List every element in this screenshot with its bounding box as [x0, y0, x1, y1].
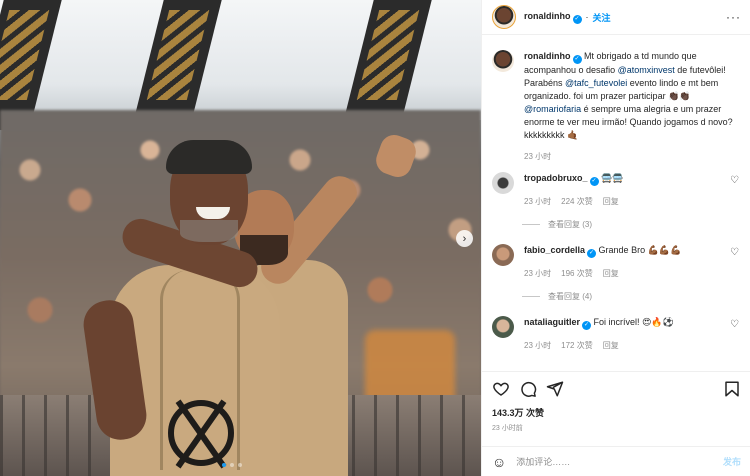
- action-bar: [482, 371, 750, 403]
- mention-link[interactable]: @tafc_futevolei: [565, 78, 627, 88]
- comment-username[interactable]: nataliaguitler: [524, 317, 580, 327]
- post-photo: ›: [0, 0, 481, 476]
- bookmark-icon[interactable]: [723, 380, 741, 398]
- comment-meta: 23 小时 224 次赞 回复: [524, 196, 724, 208]
- divider: [522, 296, 540, 297]
- comment-body: nataliaguitler ✓ Foi incrível! 😍🔥⚽ 23 小时 …: [524, 316, 724, 352]
- comment-input[interactable]: [516, 456, 687, 467]
- avatar[interactable]: [492, 5, 516, 29]
- comment: tropadobruxo_ ✓ 🚍🚍 23 小时 224 次赞 回复 ♡: [492, 172, 740, 208]
- heart-icon[interactable]: [492, 380, 510, 398]
- comment-likes[interactable]: 224 次赞: [561, 196, 593, 208]
- reply-button[interactable]: 回复: [603, 196, 619, 208]
- comment-username[interactable]: fabio_cordella: [524, 245, 585, 255]
- main-player-cap: [166, 140, 252, 174]
- carousel-dot-active: [222, 463, 226, 467]
- comment: nataliaguitler ✓ Foi incrível! 😍🔥⚽ 23 小时 …: [492, 316, 740, 352]
- view-replies-label[interactable]: 查看回复 (4): [548, 291, 592, 302]
- verified-icon: ✓: [587, 249, 597, 258]
- add-comment-bar: ☺ 发布: [482, 446, 750, 476]
- divider: [522, 224, 540, 225]
- follow-button[interactable]: 关注: [593, 11, 611, 24]
- post-side-panel: ronaldinho ✓ · 关注 ··· ronaldinho ✓ Mt obri…: [481, 0, 750, 476]
- comment-username[interactable]: tropadobruxo_: [524, 173, 588, 183]
- post-header: ronaldinho ✓ · 关注 ···: [482, 0, 750, 35]
- main-player-beard: [180, 220, 238, 242]
- verified-icon: ✓: [582, 321, 592, 330]
- comment-meta: 23 小时 172 次赞 回复: [524, 340, 724, 352]
- verified-icon: ✓: [572, 14, 582, 24]
- avatar[interactable]: [492, 244, 514, 266]
- heart-icon[interactable]: ♡: [730, 176, 740, 186]
- verified-icon: ✓: [589, 177, 599, 186]
- share-icon[interactable]: [546, 380, 564, 398]
- author-username-text[interactable]: ronaldinho: [524, 11, 571, 21]
- caption: ronaldinho ✓ Mt obrigado a td mundo que a…: [492, 50, 740, 163]
- comment-time[interactable]: 23 小时: [524, 196, 551, 208]
- carousel-dots: [222, 463, 242, 467]
- chevron-right-icon[interactable]: ›: [456, 230, 473, 247]
- mention-link[interactable]: @romariofaria: [524, 104, 581, 114]
- comment-body: fabio_cordella ✓ Grande Bro 💪🏾💪🏾💪🏾 23 小时 …: [524, 244, 724, 280]
- comment-likes[interactable]: 172 次赞: [561, 340, 593, 352]
- view-replies[interactable]: 查看回复 (4): [522, 291, 592, 302]
- view-replies-label[interactable]: 查看回复 (3): [548, 219, 592, 230]
- likes-count[interactable]: 143.3万 次赞: [492, 406, 544, 419]
- vest-logo: [168, 400, 234, 466]
- avatar[interactable]: [492, 50, 514, 72]
- comment-likes[interactable]: 196 次赞: [561, 268, 593, 280]
- mention-link[interactable]: @atomxinvest: [618, 65, 675, 75]
- reply-button[interactable]: 回复: [603, 340, 619, 352]
- carousel-dot: [230, 463, 234, 467]
- caption-time[interactable]: 23 小时: [524, 150, 740, 163]
- caption-text: ronaldinho ✓ Mt obrigado a td mundo que a…: [524, 50, 740, 163]
- carousel-dot: [238, 463, 242, 467]
- caption-username[interactable]: ronaldinho: [524, 51, 571, 61]
- comment-meta: 23 小时 196 次赞 回复: [524, 268, 724, 280]
- heart-icon[interactable]: ♡: [730, 248, 740, 258]
- author-username[interactable]: ronaldinho ✓: [524, 11, 582, 24]
- comment-text: Foi incrível! 😍🔥⚽: [593, 317, 674, 327]
- avatar[interactable]: [492, 316, 514, 338]
- comment: fabio_cordella ✓ Grande Bro 💪🏾💪🏾💪🏾 23 小时 …: [492, 244, 740, 280]
- post-comment-button[interactable]: 发布: [723, 455, 741, 468]
- comment-time[interactable]: 23 小时: [524, 340, 551, 352]
- separator-dot: ·: [585, 12, 589, 22]
- avatar[interactable]: [492, 172, 514, 194]
- more-options-icon[interactable]: ···: [726, 10, 741, 24]
- smile-icon[interactable]: ☺: [492, 454, 506, 470]
- comment-time[interactable]: 23 小时: [524, 268, 551, 280]
- comments-scroll[interactable]: ronaldinho ✓ Mt obrigado a td mundo que a…: [482, 36, 750, 370]
- comment-text: Grande Bro 💪🏾💪🏾💪🏾: [598, 245, 682, 255]
- comment-body: tropadobruxo_ ✓ 🚍🚍 23 小时 224 次赞 回复: [524, 172, 724, 208]
- comment-text: 🚍🚍: [601, 173, 624, 183]
- reply-button[interactable]: 回复: [603, 268, 619, 280]
- comment-icon[interactable]: [519, 380, 537, 398]
- post-time[interactable]: 23 小时前: [492, 423, 523, 433]
- view-replies[interactable]: 查看回复 (3): [522, 219, 592, 230]
- heart-icon[interactable]: ♡: [730, 320, 740, 330]
- post-viewer: › ronaldinho ✓ · 关注 ··· ronaldinho ✓ Mt ob…: [0, 0, 750, 476]
- verified-icon: ✓: [572, 55, 582, 64]
